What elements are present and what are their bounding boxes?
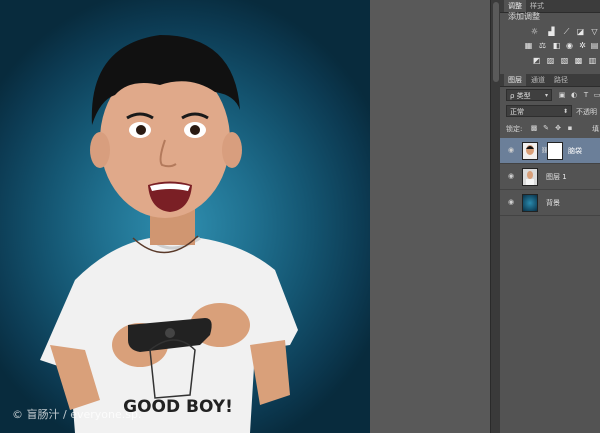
brightness-icon[interactable]: ☼ [530,27,539,36]
eye-icon[interactable]: ◉ [508,173,516,180]
photoshop-window: GOOD BOY! © 盲肠汁 / everyone.sp. 调整 样式 添加调… [0,0,600,433]
lock-all-icon[interactable]: ▪ [566,124,574,132]
layer-filter-select[interactable]: ρ 类型 ▾ [506,89,552,101]
document-canvas[interactable]: GOOD BOY! © 盲肠汁 / everyone.sp. [0,0,370,433]
eye-icon[interactable]: ◉ [508,147,516,154]
layer-thumbnail [522,194,538,212]
layer-row-layer1[interactable]: ◉ 图层 1 [500,164,600,190]
black-white-icon[interactable]: ◧ [552,41,561,50]
photo-person: GOOD BOY! [40,35,298,433]
layer-filter-label: ρ 类型 [510,92,531,100]
blend-mode-value: 正常 [510,108,524,116]
layer-row-background[interactable]: ◉ 背景 [500,190,600,216]
gradient-map-icon[interactable]: ▥ [588,56,597,65]
exposure-icon[interactable]: ◪ [576,27,585,36]
layer-name: 背景 [546,199,560,207]
lock-label: 锁定: [506,125,523,133]
layer-thumbnail [522,142,538,160]
lock-position-icon[interactable]: ✥ [554,124,562,132]
filter-adjustment-icon[interactable]: ◐ [570,91,578,99]
channel-mixer-icon[interactable]: ✲ [578,41,587,50]
layer-mask-thumbnail[interactable] [547,142,563,160]
lock-transparent-icon[interactable]: ▩ [530,124,538,132]
invert-icon[interactable]: ◩ [532,56,541,65]
fill-label: 填 [592,125,599,133]
vibrance-icon[interactable]: ▽ [590,27,599,36]
watermark-text: © 盲肠汁 / everyone.sp. [12,408,142,421]
scrollbar-thumb[interactable] [493,2,499,82]
tab-channels[interactable]: 通道 [527,74,549,86]
levels-icon[interactable]: ▟ [547,27,556,36]
workspace-background [370,0,490,433]
layer-name: 图层 1 [546,173,567,181]
photo-filter-icon[interactable]: ◉ [565,41,574,50]
layer-thumbnail [522,168,538,186]
tab-paths[interactable]: 路径 [550,74,572,86]
layer-name: 脑袋 [568,147,582,155]
chevron-down-icon: ▾ [544,92,548,99]
layer-row-head[interactable]: ◉ ⛓ 脑袋 [500,138,600,164]
chevron-down-icon: ⬍ [562,108,568,115]
layers-tabbar: 图层 通道 路径 [500,74,600,87]
hue-saturation-icon[interactable]: ▦ [524,41,533,50]
threshold-icon[interactable]: ▧ [560,56,569,65]
filter-shape-icon[interactable]: ▭ [593,91,600,99]
filter-pixel-icon[interactable]: ▣ [558,91,566,99]
blend-mode-select[interactable]: 正常 ⬍ [506,105,572,117]
tab-layers[interactable]: 图层 [504,74,526,86]
right-panels: 调整 样式 添加调整 ☼ ▟ ⟋ ◪ ▽ ▦ ⚖ ◧ ◉ ✲ ▤ ◩ ▨ ▧ ▩… [500,0,600,433]
eye-icon[interactable]: ◉ [508,199,516,206]
opacity-label: 不透明 [576,108,597,116]
color-lookup-icon[interactable]: ▤ [590,41,599,50]
color-balance-icon[interactable]: ⚖ [538,41,547,50]
add-adjustment-label: 添加调整 [508,12,540,21]
curves-icon[interactable]: ⟋ [562,27,571,36]
filter-type-icon[interactable]: T [582,91,590,99]
posterize-icon[interactable]: ▨ [546,56,555,65]
lock-image-icon[interactable]: ✎ [542,124,550,132]
selective-color-icon[interactable]: ▩ [574,56,583,65]
